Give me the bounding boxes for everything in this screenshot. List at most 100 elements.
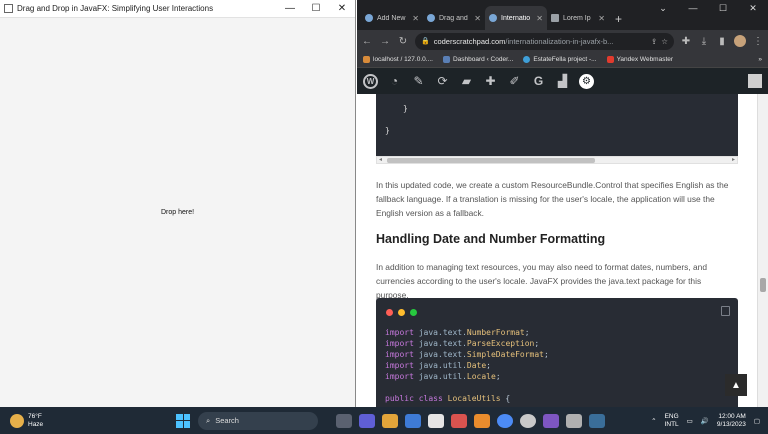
new-content-plus-icon[interactable]: ✚	[483, 74, 498, 89]
forward-icon[interactable]: →	[379, 36, 391, 47]
app-icon	[4, 4, 13, 13]
google-g-icon[interactable]: G	[531, 74, 546, 89]
share-icon[interactable]: ⇪	[651, 37, 657, 46]
weather-widget[interactable]: 76°F Haze	[0, 413, 170, 429]
close-tab-icon[interactable]: ✕	[598, 14, 605, 23]
volume-icon[interactable]: 🔊	[701, 417, 709, 425]
scroll-right-icon[interactable]: ▸	[732, 156, 735, 163]
teams-chat-icon[interactable]	[359, 413, 375, 428]
tab-lorem-ipsum[interactable]: Lorem Ip ✕	[547, 6, 609, 30]
user-avatar[interactable]	[748, 74, 762, 88]
reload-icon[interactable]: ↻	[397, 36, 409, 47]
side-panel-icon[interactable]: ▮	[716, 36, 728, 47]
phpmyadmin-icon	[363, 56, 370, 63]
download-icon[interactable]: ⤓	[698, 36, 710, 47]
task-view-icon[interactable]	[336, 413, 352, 428]
maximize-button[interactable]: ☐	[708, 0, 738, 16]
menu-icon[interactable]: ⋮	[752, 36, 764, 47]
close-button[interactable]: ✕	[329, 0, 355, 18]
vlc-icon[interactable]	[474, 413, 490, 428]
page-vertical-scrollbar[interactable]	[757, 94, 768, 407]
close-tab-icon[interactable]: ✕	[536, 14, 543, 23]
drop-area[interactable]: Drop here!	[0, 18, 355, 407]
notepad-icon[interactable]	[428, 413, 444, 428]
wordpress-favicon-icon	[489, 14, 497, 22]
maximize-button[interactable]: ☐	[303, 0, 329, 18]
edit-pencil-icon[interactable]: ✐	[507, 74, 522, 89]
bookmarks-bar: localhost / 127.0.0.... Dashboard ‹ Code…	[357, 52, 768, 68]
windows-start-icon[interactable]	[176, 413, 190, 428]
intellij-icon[interactable]	[451, 413, 467, 428]
app-icon[interactable]	[543, 413, 559, 428]
extensions-icon[interactable]: ✚	[680, 36, 692, 47]
dashboard-gauge-icon[interactable]: ◔	[387, 74, 402, 89]
search-label: Search	[215, 416, 239, 425]
javafx-window: Drag and Drop in JavaFX: Simplifying Use…	[0, 0, 356, 407]
wordpress-favicon-icon	[365, 14, 373, 22]
code-line: import java.text.NumberFormat;	[385, 328, 530, 337]
close-button[interactable]: ✕	[738, 0, 768, 16]
section-heading: Handling Date and Number Formatting	[376, 232, 606, 246]
javafx-titlebar[interactable]: Drag and Drop in JavaFX: Simplifying Use…	[0, 0, 355, 18]
paragraph-fallback: In this updated code, we create a custom…	[376, 180, 729, 218]
updates-icon[interactable]: ⟳	[435, 74, 450, 89]
project-icon	[523, 56, 531, 63]
app-icon[interactable]	[589, 413, 605, 428]
language-indicator[interactable]: ENG INTL	[665, 413, 679, 429]
wordpress-icon	[442, 56, 450, 63]
bookmark-localhost[interactable]: localhost / 127.0.0....	[363, 56, 433, 63]
search-icon: ⌕	[206, 415, 211, 425]
paragraph-formatting: In addition to managing text resources, …	[376, 262, 708, 300]
taskbar: 76°F Haze ⌕ Search ⌃ ENG INTL ▭ 🔊 12:00 …	[0, 407, 768, 434]
profile-avatar[interactable]	[734, 35, 746, 47]
bookmark-star-icon[interactable]: ☆	[661, 37, 668, 46]
minimize-button[interactable]: —	[277, 0, 303, 18]
browser-window-controls: ⌄ — ☐ ✕	[648, 0, 768, 16]
taskbar-search[interactable]: ⌕ Search	[198, 411, 318, 430]
stats-bars-icon[interactable]: ▟	[555, 74, 570, 89]
tray-overflow-icon[interactable]: ⌃	[651, 417, 656, 425]
window-title: Drag and Drop in JavaFX: Simplifying Use…	[17, 4, 214, 13]
wordpress-admin-bar: W ◔ ✎ ⟳ ▰ ✚ ✐ G ▟ ⚙	[357, 68, 768, 94]
clock[interactable]: 12:00 AM 9/13/2023	[717, 413, 746, 429]
network-icon[interactable]: ▭	[687, 417, 693, 425]
media-player-icon[interactable]	[520, 413, 536, 428]
scrollbar-thumb[interactable]	[387, 158, 595, 163]
bookmarks-more-button[interactable]: »	[758, 56, 762, 63]
settings-gear-icon[interactable]: ⚙	[579, 73, 594, 89]
notification-icon[interactable]: ▢	[754, 417, 760, 425]
scroll-to-top-button[interactable]: ▲	[725, 374, 747, 396]
tab-internationalization[interactable]: Internatio ✕	[485, 6, 547, 30]
yandex-icon	[606, 56, 614, 63]
scroll-left-icon[interactable]: ◂	[379, 156, 382, 163]
code-horizontal-scrollbar[interactable]: ◂ ▸	[376, 156, 738, 164]
scrollbar-thumb[interactable]	[760, 278, 766, 292]
taskbar-apps	[336, 413, 605, 428]
app-icon[interactable]	[566, 413, 582, 428]
bookmark-dashboard[interactable]: Dashboard ‹ Coder...	[442, 56, 513, 63]
bookmark-estatefella[interactable]: EstateFella project -...	[523, 56, 597, 63]
red-dot-icon	[386, 309, 393, 316]
address-bar[interactable]: 🔒 coderscratchpad.com/internationalizati…	[415, 32, 674, 50]
tab-strip: Add New ✕ Drag and ✕ Internatio ✕ Lorem …	[357, 0, 768, 30]
tab-drag-and-drop[interactable]: Drag and ✕	[423, 6, 485, 30]
close-tab-icon[interactable]: ✕	[474, 14, 481, 23]
store-icon[interactable]	[405, 413, 421, 428]
minimize-button[interactable]: —	[678, 0, 708, 16]
back-icon[interactable]: ←	[361, 36, 373, 47]
tab-add-new[interactable]: Add New ✕	[361, 6, 423, 30]
tab-search-button[interactable]: ⌄	[648, 0, 678, 16]
browser-window: Add New ✕ Drag and ✕ Internatio ✕ Lorem …	[357, 0, 768, 407]
comments-icon[interactable]: ▰	[459, 74, 474, 89]
copy-icon[interactable]	[721, 306, 730, 316]
close-tab-icon[interactable]: ✕	[412, 14, 419, 23]
wordpress-favicon-icon	[427, 14, 435, 22]
wordpress-logo-icon[interactable]: W	[363, 73, 378, 89]
file-explorer-icon[interactable]	[382, 413, 398, 428]
new-tab-button[interactable]: +	[615, 12, 622, 26]
code-brace: }	[403, 104, 408, 113]
bookmark-yandex[interactable]: Yandex Webmaster	[606, 56, 673, 63]
drop-label: Drop here!	[160, 209, 195, 216]
customize-brush-icon[interactable]: ✎	[411, 74, 426, 89]
chrome-icon[interactable]	[497, 413, 513, 428]
